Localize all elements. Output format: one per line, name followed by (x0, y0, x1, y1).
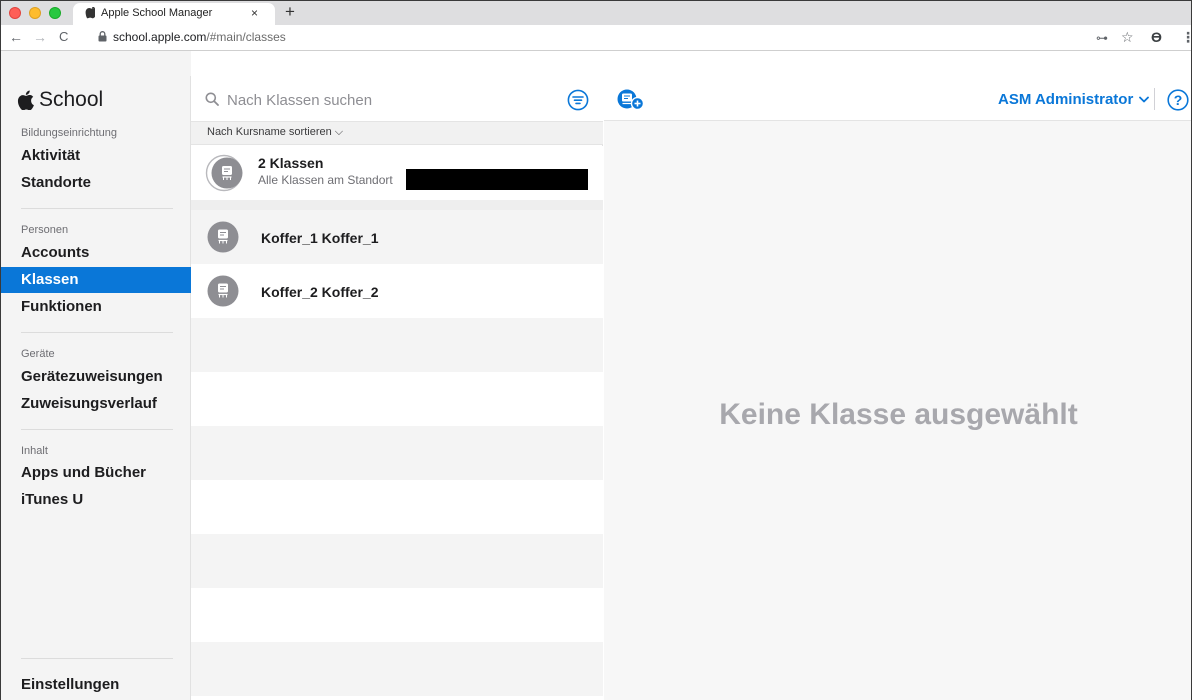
new-tab-button[interactable]: + (285, 2, 295, 22)
app-logo: School (17, 88, 103, 112)
sidebar-item-aktivitaet[interactable]: Aktivität (1, 143, 191, 169)
sidebar-item-einstellungen[interactable]: Einstellungen (21, 676, 119, 693)
back-icon[interactable]: ← (9, 29, 23, 45)
sidebar-item-standorte[interactable]: Standorte (1, 170, 191, 196)
sidebar-item-geraetezuweisungen[interactable]: Gerätezuweisungen (1, 364, 191, 390)
empty-row (191, 588, 603, 642)
sidebar-divider (21, 429, 173, 430)
filter-icon[interactable] (567, 89, 589, 111)
lock-icon (98, 31, 107, 42)
empty-row (191, 426, 603, 480)
class-name: Koffer_2 Koffer_2 (261, 284, 379, 300)
forward-icon[interactable]: → (33, 29, 47, 45)
class-row[interactable] (191, 210, 603, 264)
help-icon[interactable]: ? (1167, 89, 1189, 111)
account-menu[interactable]: ASM Administrator (998, 91, 1150, 108)
tab-strip: Apple School Manager × + (1, 1, 1191, 25)
detail-pane (604, 76, 1191, 700)
tab-close-icon[interactable]: × (251, 6, 258, 20)
zoom-window-button[interactable] (49, 7, 61, 19)
section-label-bildungseinrichtung: Bildungseinrichtung (21, 127, 118, 139)
sidebar-item-apps-und-buecher[interactable]: Apps und Bücher (1, 460, 191, 486)
browser-window: Apple School Manager × + ← → C school.ap… (0, 0, 1192, 700)
empty-row (191, 696, 603, 700)
profile-icon[interactable]: Ɵ (1151, 29, 1162, 45)
empty-state-message: Keine Klasse ausgewählt (719, 398, 1078, 431)
class-row[interactable] (191, 264, 603, 318)
chevron-down-icon (1139, 96, 1150, 103)
sidebar-item-accounts[interactable]: Accounts (1, 240, 191, 266)
classes-scope: Alle Klassen am Standort (258, 173, 393, 187)
class-icon (207, 275, 239, 307)
list-spacer (191, 200, 603, 210)
sidebar-divider (21, 658, 173, 659)
sort-dropdown[interactable]: Nach Kursname sortieren ⌵ (207, 126, 343, 139)
empty-row (191, 534, 603, 588)
section-label-inhalt: Inhalt (21, 445, 48, 457)
empty-row (191, 372, 603, 426)
class-group-icon (205, 154, 243, 192)
section-label-geraete: Geräte (21, 348, 55, 360)
section-label-personen: Personen (21, 224, 69, 236)
redacted-location (406, 169, 588, 190)
browser-toolbar: ← → C school.apple.com/#main/classes ⊶ ☆… (1, 25, 1191, 51)
class-icon (207, 221, 239, 253)
empty-row (191, 480, 603, 534)
browser-menu-icon[interactable]: ⋮ (1181, 29, 1191, 46)
empty-row (191, 318, 603, 372)
tab-apple-school-manager[interactable]: Apple School Manager × (73, 3, 275, 25)
brand-name: School (39, 88, 104, 111)
account-name: ASM Administrator (998, 91, 1134, 108)
class-name: Koffer_1 Koffer_1 (261, 230, 379, 246)
help-glyph: ? (1174, 92, 1183, 108)
sidebar-item-zuweisungsverlauf[interactable]: Zuweisungsverlauf (1, 391, 191, 417)
search-input[interactable] (227, 90, 547, 110)
classes-count: 2 Klassen (258, 155, 324, 171)
add-class-icon[interactable] (616, 89, 646, 111)
sidebar-item-funktionen[interactable]: Funktionen (1, 294, 191, 320)
sidebar-divider (21, 332, 173, 333)
tab-title: Apple School Manager (101, 7, 213, 19)
minimize-window-button[interactable] (29, 7, 41, 19)
address-bar[interactable]: school.apple.com/#main/classes (113, 30, 286, 44)
apple-favicon-icon (85, 5, 99, 22)
empty-row (191, 642, 603, 696)
sidebar-item-itunes-u[interactable]: iTunes U (1, 487, 191, 513)
reload-icon[interactable]: C (59, 29, 68, 44)
header-divider (1154, 88, 1155, 110)
apple-logo-icon (17, 90, 34, 110)
sidebar-header (1, 51, 191, 76)
bookmark-star-icon[interactable]: ☆ (1121, 29, 1134, 46)
search-icon (205, 92, 219, 106)
sidebar-item-klassen[interactable]: Klassen (1, 267, 191, 293)
sidebar-divider (21, 208, 173, 209)
key-icon[interactable]: ⊶ (1096, 31, 1108, 45)
close-window-button[interactable] (9, 7, 21, 19)
